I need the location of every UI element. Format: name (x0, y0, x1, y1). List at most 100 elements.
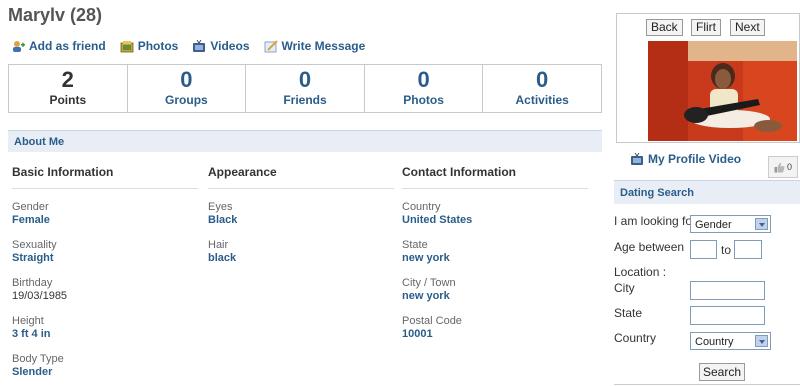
stat-points-label: Points (49, 93, 87, 107)
gender-select-value: Gender (695, 219, 732, 231)
my-profile-video-link[interactable]: My Profile Video (630, 152, 741, 166)
age-max-input[interactable] (734, 240, 762, 259)
stat-activities[interactable]: 0 Activities (483, 65, 601, 112)
stat-friends-label[interactable]: Friends (246, 93, 364, 107)
age-to-label: to (721, 243, 732, 257)
flirt-button[interactable]: Flirt (691, 19, 721, 36)
postal-code-label: Postal Code (402, 315, 462, 327)
state-value[interactable]: new york (402, 252, 588, 265)
sexuality-label: Sexuality (12, 239, 57, 251)
chevron-down-icon (755, 335, 768, 347)
profile-photo-image (648, 41, 797, 141)
write-message-label: Write Message (281, 39, 366, 53)
gender-value[interactable]: Female (12, 214, 198, 227)
stat-friends[interactable]: 0 Friends (246, 65, 365, 112)
birthday-value: 19/03/1985 (12, 290, 68, 302)
stat-photos[interactable]: 0 Photos (365, 65, 484, 112)
height-field: Height 3 ft 4 in (12, 315, 198, 341)
stat-activities-label[interactable]: Activities (483, 93, 601, 107)
hair-field: Hair black (208, 239, 394, 265)
photos-link[interactable]: Photos (120, 39, 179, 53)
city-input[interactable] (690, 281, 765, 300)
eyes-label: Eyes (208, 201, 233, 213)
location-label: Location : (614, 265, 667, 279)
eyes-value[interactable]: Black (208, 214, 394, 227)
country-field: Country United States (402, 201, 588, 227)
stat-points: 2 Points (9, 65, 128, 112)
appearance-column: Appearance Eyes Black Hair black (208, 165, 394, 265)
profile-title: Marylv (28) (8, 5, 103, 25)
body-type-label: Body Type (12, 353, 64, 365)
stat-groups-value[interactable]: 0 (128, 69, 246, 91)
chevron-down-icon (755, 218, 768, 230)
contact-information-column: Contact Information Country United State… (402, 165, 588, 341)
stat-photos-label[interactable]: Photos (365, 93, 483, 107)
add-friend-icon (13, 40, 25, 52)
write-message-link[interactable]: Write Message (264, 39, 366, 53)
dating-search-header: Dating Search (614, 180, 800, 204)
country-select-label: Country (614, 331, 657, 345)
add-friend-link[interactable]: Add as friend (11, 39, 106, 53)
about-me-header: About Me (8, 130, 602, 152)
city-label: City / Town (402, 277, 456, 289)
state-label: State (402, 239, 428, 251)
gender-field: Gender Female (12, 201, 198, 227)
height-value[interactable]: 3 ft 4 in (12, 328, 198, 341)
gender-select[interactable]: Gender (690, 215, 771, 233)
contact-information-heading: Contact Information (402, 165, 588, 189)
city-input-label: City (614, 281, 635, 295)
video-icon (631, 152, 643, 165)
hair-value[interactable]: black (208, 252, 394, 265)
photos-icon (120, 40, 134, 52)
videos-label: Videos (210, 39, 250, 53)
back-button[interactable]: Back (646, 19, 683, 36)
my-profile-video-label: My Profile Video (648, 152, 742, 166)
profile-actions: Add as friend Photos Videos Write Messag… (11, 39, 379, 53)
profile-photo-panel: Back Flirt Next (616, 13, 800, 143)
eyes-field: Eyes Black (208, 201, 394, 227)
height-label: Height (12, 315, 44, 327)
state-input[interactable] (690, 306, 765, 325)
search-button[interactable]: Search (699, 363, 745, 381)
basic-information-heading: Basic Information (12, 165, 198, 189)
divider (614, 384, 800, 385)
looking-for-label: I am looking for (614, 214, 697, 228)
sexuality-field: Sexuality Straight (12, 239, 198, 265)
country-value[interactable]: United States (402, 214, 588, 227)
birthday-field: Birthday 19/03/1985 (12, 277, 198, 303)
add-friend-label: Add as friend (29, 39, 106, 53)
birthday-label: Birthday (12, 277, 53, 289)
videos-link[interactable]: Videos (192, 39, 250, 53)
country-select-value: Country (695, 336, 734, 348)
appearance-heading: Appearance (208, 165, 394, 189)
country-select[interactable]: Country (690, 332, 771, 350)
postal-code-value[interactable]: 10001 (402, 328, 588, 341)
city-value[interactable]: new york (402, 290, 588, 303)
stats-bar: 2 Points 0 Groups 0 Friends 0 Photos 0 A… (8, 64, 602, 113)
state-field: State new york (402, 239, 588, 265)
basic-information-column: Basic Information Gender Female Sexualit… (12, 165, 198, 379)
next-button[interactable]: Next (730, 19, 765, 36)
stat-groups[interactable]: 0 Groups (128, 65, 247, 112)
profile-photo[interactable] (648, 41, 797, 141)
like-count: 0 (786, 162, 792, 172)
body-type-value[interactable]: Slender (12, 366, 198, 379)
stat-photos-value[interactable]: 0 (365, 69, 483, 91)
age-min-input[interactable] (690, 240, 717, 259)
like-button[interactable]: 0 (768, 156, 798, 178)
gender-label: Gender (12, 201, 49, 213)
stat-activities-value[interactable]: 0 (483, 69, 601, 91)
postal-code-field: Postal Code 10001 (402, 315, 588, 341)
sexuality-value[interactable]: Straight (12, 252, 198, 265)
city-field: City / Town new york (402, 277, 588, 303)
write-message-icon (264, 39, 278, 52)
videos-icon (193, 39, 206, 52)
stat-groups-label[interactable]: Groups (128, 93, 246, 107)
body-type-field: Body Type Slender (12, 353, 198, 379)
age-between-label: Age between (614, 240, 685, 254)
stat-points-value: 2 (61, 67, 74, 92)
photos-label: Photos (137, 39, 179, 53)
stat-friends-value[interactable]: 0 (246, 69, 364, 91)
hair-label: Hair (208, 239, 229, 251)
thumbs-up-icon (774, 162, 785, 172)
